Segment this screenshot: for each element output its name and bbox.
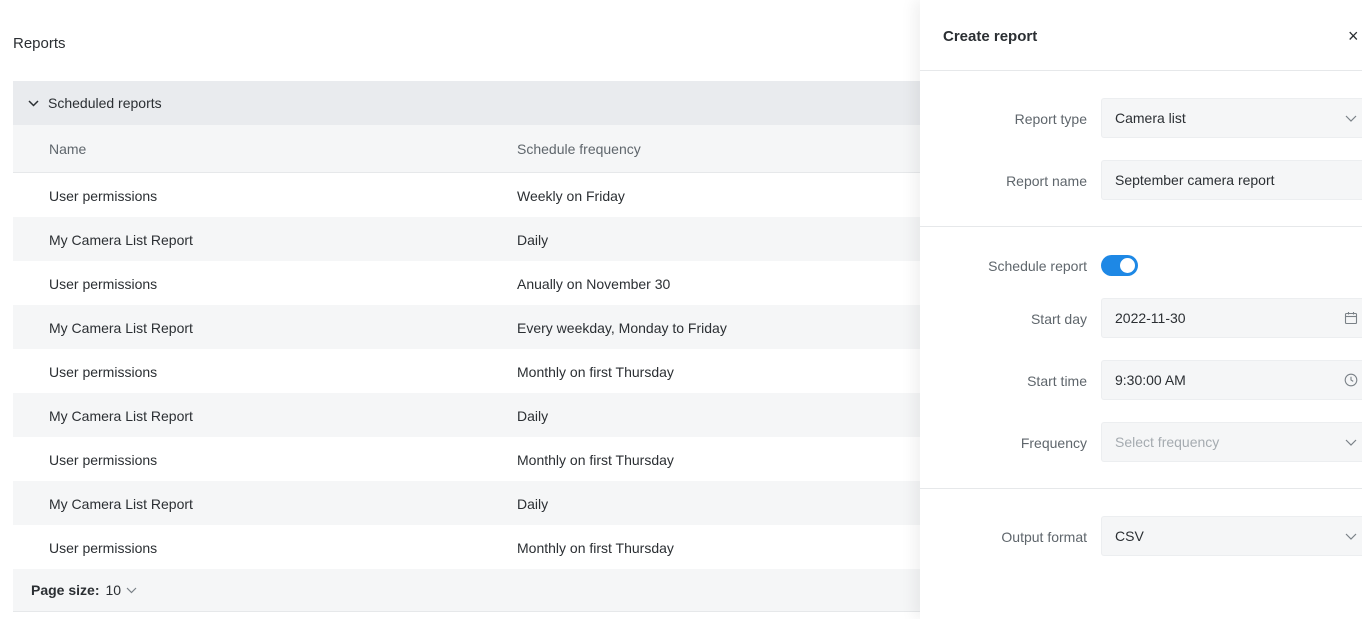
table-row[interactable]: User permissions Monthly on first Thursd… — [13, 437, 920, 481]
start-time-value: 9:30:00 AM — [1115, 372, 1186, 388]
row-frequency: Monthly on first Thursday — [517, 451, 674, 468]
scheduled-reports-section: Scheduled reports Name Schedule frequenc… — [13, 81, 920, 612]
divider — [920, 488, 1362, 489]
reports-page: Reports Scheduled reports Name Schedule … — [0, 0, 920, 619]
report-name-value: September camera report — [1115, 172, 1275, 188]
table-header: Name Schedule frequency — [13, 125, 920, 173]
row-frequency: Monthly on first Thursday — [517, 539, 674, 556]
report-type-select[interactable]: Camera list — [1101, 98, 1362, 138]
chevron-down-icon — [26, 96, 40, 110]
start-time-input[interactable]: 9:30:00 AM — [1101, 360, 1362, 400]
row-name: My Camera List Report — [49, 319, 193, 336]
start-day-input[interactable]: 2022-11-30 — [1101, 298, 1362, 338]
row-name: My Camera List Report — [49, 407, 193, 424]
page-title: Reports — [13, 35, 66, 52]
start-day-label: Start day — [1030, 311, 1087, 327]
start-day-value: 2022-11-30 — [1115, 310, 1186, 326]
toggle-knob — [1120, 258, 1135, 273]
output-format-select[interactable]: CSV — [1101, 516, 1362, 556]
row-frequency: Monthly on first Thursday — [517, 363, 674, 380]
section-title: Scheduled reports — [48, 95, 162, 111]
row-name: My Camera List Report — [49, 495, 193, 512]
clock-icon[interactable] — [1344, 373, 1358, 387]
chevron-down-icon — [126, 587, 137, 594]
report-name-input[interactable]: September camera report — [1101, 160, 1362, 200]
table-row[interactable]: My Camera List Report Daily — [13, 217, 920, 261]
schedule-report-toggle[interactable] — [1101, 255, 1138, 276]
report-type-value: Camera list — [1115, 110, 1186, 126]
scheduled-reports-header[interactable]: Scheduled reports — [13, 81, 920, 125]
row-frequency: Daily — [517, 495, 549, 512]
divider — [920, 70, 1362, 71]
table-row[interactable]: My Camera List Report Every weekday, Mon… — [13, 305, 920, 349]
row-name: User permissions — [49, 539, 158, 556]
row-frequency: Daily — [517, 407, 549, 424]
close-icon[interactable]: × — [1348, 27, 1360, 45]
row-frequency: Daily — [517, 231, 549, 248]
divider — [920, 226, 1362, 227]
table-row[interactable]: My Camera List Report Daily — [13, 393, 920, 437]
frequency-label: Frequency — [1020, 435, 1087, 451]
table-row[interactable]: User permissions Monthly on first Thursd… — [13, 349, 920, 393]
report-name-label: Report name — [1006, 173, 1087, 189]
page-size-value: 10 — [105, 582, 122, 598]
table-footer: Page size: 10 — [13, 569, 920, 612]
create-report-panel: Create report × Report type Camera list … — [920, 0, 1362, 619]
column-header-name[interactable]: Name — [13, 141, 481, 157]
table-row[interactable]: User permissions Monthly on first Thursd… — [13, 525, 920, 569]
table-row[interactable]: My Camera List Report Daily — [13, 481, 920, 525]
table-row[interactable]: User permissions Weekly on Friday — [13, 173, 920, 217]
calendar-icon[interactable] — [1344, 311, 1358, 325]
row-frequency: Anually on November 30 — [517, 275, 671, 292]
page-size-select[interactable]: 10 — [105, 582, 137, 598]
column-header-frequency[interactable]: Schedule frequency — [481, 141, 641, 157]
schedule-report-label: Schedule report — [988, 258, 1087, 274]
report-type-label: Report type — [1014, 111, 1087, 127]
chevron-down-icon — [1344, 111, 1358, 125]
table-body: User permissions Weekly on Friday My Cam… — [13, 173, 920, 569]
frequency-placeholder: Select frequency — [1115, 434, 1220, 450]
table-row[interactable]: User permissions Anually on November 30 — [13, 261, 920, 305]
output-format-value: CSV — [1115, 528, 1144, 544]
start-time-label: Start time — [1027, 373, 1087, 389]
row-name: My Camera List Report — [49, 231, 193, 248]
row-name: User permissions — [49, 363, 158, 380]
row-frequency: Every weekday, Monday to Friday — [517, 319, 727, 336]
output-format-label: Output format — [1001, 529, 1087, 545]
row-name: User permissions — [49, 451, 158, 468]
chevron-down-icon — [1344, 529, 1358, 543]
row-name: User permissions — [49, 275, 158, 292]
panel-title: Create report — [943, 28, 1038, 45]
page-size-label: Page size: — [31, 582, 100, 598]
row-frequency: Weekly on Friday — [517, 187, 625, 204]
row-name: User permissions — [49, 187, 158, 204]
chevron-down-icon — [1344, 435, 1358, 449]
frequency-select[interactable]: Select frequency — [1101, 422, 1362, 462]
